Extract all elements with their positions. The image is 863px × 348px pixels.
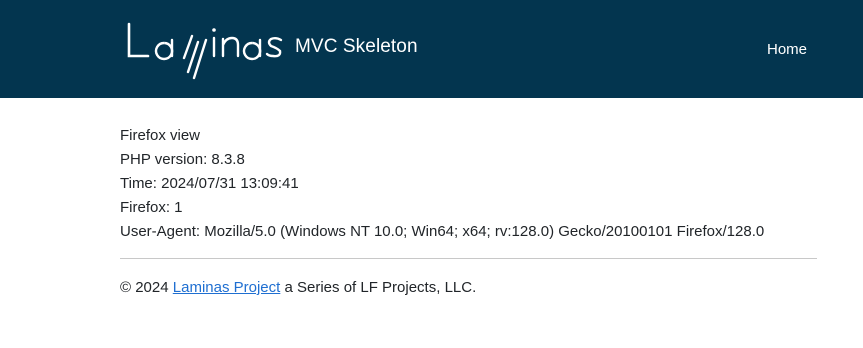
firefox-flag: Firefox: 1	[120, 199, 183, 216]
brand-subtitle: MVC Skeleton	[295, 36, 418, 57]
main-content: Firefox view PHP version: 8.3.8 Time: 20…	[120, 124, 817, 244]
php-version: PHP version: 8.3.8	[120, 151, 245, 168]
footer-copyright: © 2024	[120, 279, 169, 296]
view-title: Firefox view	[120, 127, 201, 144]
top-navbar: MVC Skeleton Home	[0, 0, 863, 98]
time-value: Time: 2024/07/31 13:09:41	[120, 175, 299, 192]
user-agent: User-Agent: Mozilla/5.0 (Windows NT 10.0…	[120, 223, 765, 240]
footer: © 2024 Laminas Project a Series of LF Pr…	[120, 277, 476, 299]
laminas-project-link[interactable]: Laminas Project	[173, 279, 281, 296]
nav-home-link[interactable]: Home	[767, 41, 807, 58]
laminas-logo-graphic	[127, 22, 283, 80]
footer-divider	[120, 258, 817, 259]
footer-suffix: a Series of LF Projects, LLC.	[284, 279, 477, 296]
laminas-logo[interactable]	[126, 20, 286, 82]
